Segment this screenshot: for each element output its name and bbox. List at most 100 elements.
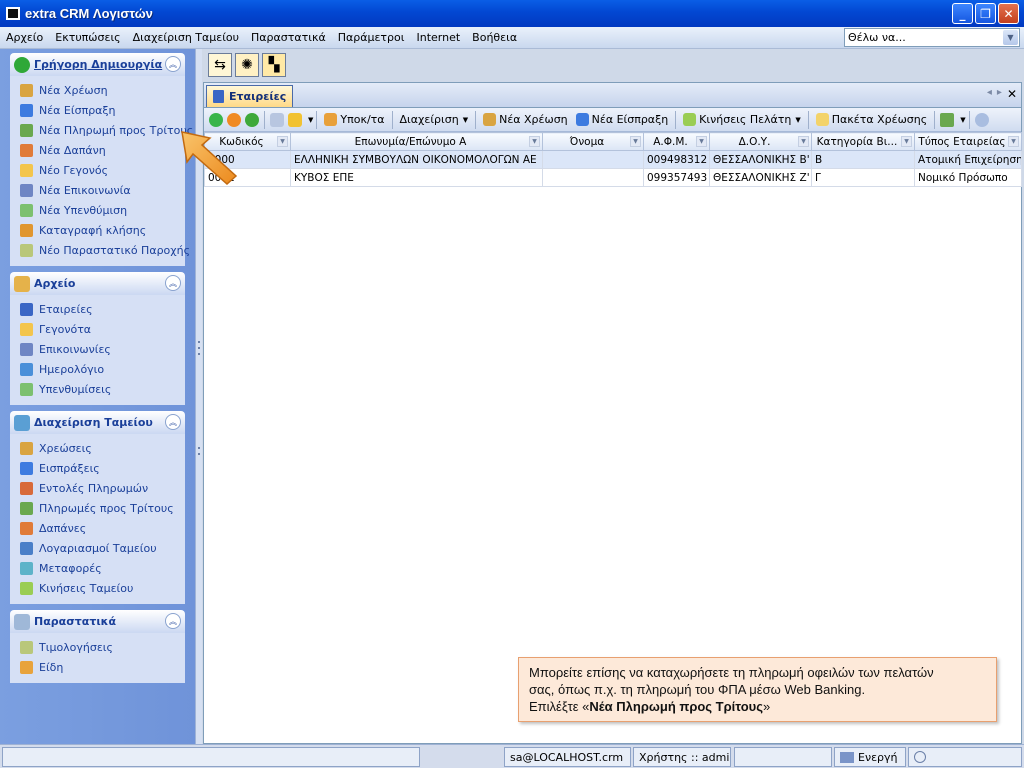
group-header-documents[interactable]: Παραστατικά ︽ — [10, 610, 185, 633]
calendar-icon — [20, 362, 33, 376]
nav-item-transfers[interactable]: Μεταφορές — [20, 558, 185, 578]
menu-documents[interactable]: Παραστατικά — [245, 31, 332, 44]
menu-prints[interactable]: Εκτυπώσεις — [49, 31, 126, 44]
group-header-quick-create[interactable]: Γρήγορη Δημιουργία ︽ — [10, 53, 185, 76]
group-header-cash-management[interactable]: Διαχείριση Ταμείου ︽ — [10, 411, 185, 434]
search-icon[interactable] — [270, 112, 284, 127]
nav-item-calendar[interactable]: Ημερολόγιο — [20, 359, 185, 379]
menu-bar: Αρχείο Εκτυπώσεις Διαχείριση Ταμείου Παρ… — [0, 27, 1024, 49]
new-receipt-button[interactable]: Νέα Είσπραξη — [572, 110, 673, 130]
search-combo[interactable]: ▼ — [844, 28, 1020, 47]
group-title: Αρχείο — [34, 277, 76, 290]
nav-item-new-expense[interactable]: Νέα Δαπάνη — [20, 140, 185, 160]
cell-first-name — [542, 150, 644, 169]
nav-item-cash-accounts[interactable]: Λογαριασμοί Ταμείου — [20, 538, 185, 558]
companies-icon — [213, 90, 224, 103]
group-header-archive[interactable]: Αρχείο ︽ — [10, 272, 185, 295]
receipt-icon — [20, 461, 33, 475]
scroll-left-icon[interactable]: ◂ — [987, 87, 992, 101]
chevron-down-icon[interactable]: ▼ — [1003, 30, 1018, 45]
nav-item-companies[interactable]: Εταιρείες — [20, 299, 185, 319]
scroll-right-icon[interactable]: ▸ — [997, 87, 1002, 101]
nav-item-items[interactable]: Είδη — [20, 657, 185, 677]
nav-item-communications[interactable]: Επικοινωνίες — [20, 339, 185, 359]
nav-item-new-communication[interactable]: Νέα Επικοινωνία — [20, 180, 185, 200]
group-cash-management: Διαχείριση Ταμείου ︽ Χρεώσεις Εισπράξεις… — [10, 411, 185, 604]
refresh-icon[interactable] — [227, 112, 241, 127]
filter-icon[interactable]: ▼ — [696, 136, 707, 147]
table-row[interactable]: 0000 ΕΛΛΗΝΙΚΗ ΣΥΜΒΟΥΛΩΝ ΟΙΚΟΝΟΜΟΛΟΓΩΝ ΑΕ… — [204, 150, 1022, 169]
chevron-down-icon[interactable]: ▼ — [960, 116, 965, 124]
charge-packages-button[interactable]: Πακέτα Χρέωσης — [812, 110, 931, 130]
table-header-row: Κωδικός ▼ Επωνυμία/Επώνυμο Α ▼ Όνομα ▼ Α.Φ.… — [204, 132, 1022, 151]
cell-category: Β — [811, 150, 915, 169]
menu-parameters[interactable]: Παράμετροι — [332, 31, 411, 44]
nav-item-cash-movements[interactable]: Κινήσεις Ταμείου — [20, 578, 185, 598]
table-row[interactable]: 0001 ΚΥΒΟΣ ΕΠΕ 099357493 ΘΕΣΣΑΛΟΝΙΚΗΣ Ζ'… — [204, 168, 1022, 187]
receipt-icon — [20, 103, 33, 117]
filter-icon[interactable]: ▼ — [277, 136, 288, 147]
collapse-icon[interactable]: ︽ — [165, 275, 181, 291]
nav-item-charges[interactable]: Χρεώσεις — [20, 438, 185, 458]
payment-icon — [20, 123, 33, 137]
menu-cash-management[interactable]: Διαχείριση Ταμείου — [127, 31, 245, 44]
nav-item-expenses[interactable]: Δαπάνες — [20, 518, 185, 538]
nav-item-third-party-payments[interactable]: Πληρωμές προς Τρίτους — [20, 498, 185, 518]
collapse-icon[interactable]: ︽ — [165, 613, 181, 629]
column-header-tax-office[interactable]: Δ.Ο.Υ. ▼ — [709, 132, 812, 151]
close-button[interactable]: ✕ — [998, 3, 1019, 24]
nav-item-events[interactable]: Γεγονότα — [20, 319, 185, 339]
column-header-name[interactable]: Επωνυμία/Επώνυμο Α ▼ — [290, 132, 543, 151]
collapse-icon[interactable]: ︽ — [165, 414, 181, 430]
column-header-first-name[interactable]: Όνομα ▼ — [542, 132, 644, 151]
menu-help[interactable]: Βοήθεια — [466, 31, 523, 44]
status-notifications — [908, 747, 1022, 767]
customer-movements-dropdown[interactable]: Κινήσεις Πελάτη ▼ — [679, 110, 805, 130]
filter-icon[interactable]: ▼ — [798, 136, 809, 147]
nav-item-reminders[interactable]: Υπενθυμίσεις — [20, 379, 185, 399]
grid-toolbar: ▼ Υποκ/τα Διαχείριση ▼ Νέα Χρέωση Νέα Είσ… — [204, 108, 1021, 132]
close-tab-icon[interactable]: ✕ — [1007, 87, 1017, 101]
nav-item-call-log[interactable]: Καταγραφή κλήσης — [20, 220, 185, 240]
filter-icon[interactable]: ▼ — [529, 136, 540, 147]
event-icon — [20, 322, 33, 336]
documents-icon — [14, 613, 30, 630]
nav-item-invoices[interactable]: Τιμολογήσεις — [20, 637, 185, 657]
filter-icon[interactable]: ▼ — [901, 136, 912, 147]
cell-category: Γ — [811, 168, 915, 187]
folder-icon[interactable] — [288, 112, 302, 127]
nav-item-new-charge[interactable]: Νέα Χρέωση — [20, 80, 185, 100]
nav-item-new-receipt[interactable]: Νέα Είσπραξη — [20, 100, 185, 120]
filter-icon[interactable]: ▼ — [630, 136, 641, 147]
restore-button[interactable]: ❐ — [975, 3, 996, 24]
nav-item-new-service-document[interactable]: Νέο Παραστατικό Παροχής — [20, 240, 190, 260]
swap-arrows-icon[interactable]: ⇆ — [208, 53, 232, 77]
chevron-down-icon: ▼ — [795, 115, 801, 124]
subaccounts-button[interactable]: Υποκ/τα — [320, 110, 388, 130]
export-excel-icon[interactable] — [940, 112, 955, 127]
tab-companies[interactable]: Εταιρείες — [206, 85, 294, 107]
nav-item-payment-orders[interactable]: Εντολές Πληρωμών — [20, 478, 185, 498]
collapse-icon[interactable]: ︽ — [165, 56, 181, 72]
column-header-category[interactable]: Κατηγορία Βι... ▼ — [811, 132, 915, 151]
column-header-company-type[interactable]: Τύπος Εταιρείας ▼ — [914, 132, 1022, 151]
settings-icon[interactable] — [974, 112, 989, 127]
remove-icon[interactable] — [245, 112, 259, 127]
nav-item-new-event[interactable]: Νέο Γεγονός — [20, 160, 185, 180]
documents-stack-icon[interactable]: ▚ — [262, 53, 286, 77]
chevron-down-icon[interactable]: ▼ — [308, 116, 313, 124]
new-charge-button[interactable]: Νέα Χρέωση — [479, 110, 572, 130]
filter-icon[interactable]: ▼ — [1008, 136, 1019, 147]
network-icon[interactable]: ✺ — [235, 53, 259, 77]
nav-item-receipts[interactable]: Εισπράξεις — [20, 458, 185, 478]
menu-internet[interactable]: Internet — [410, 31, 466, 44]
nav-item-new-third-party-payment[interactable]: Νέα Πληρωμή προς Τρίτους — [20, 120, 193, 140]
nav-item-new-reminder[interactable]: Νέα Υπενθύμιση — [20, 200, 185, 220]
add-icon[interactable] — [209, 112, 223, 127]
management-dropdown[interactable]: Διαχείριση ▼ — [396, 110, 473, 130]
column-header-vat[interactable]: Α.Φ.Μ. ▼ — [643, 132, 710, 151]
search-input[interactable] — [845, 30, 995, 45]
menu-file[interactable]: Αρχείο — [0, 31, 49, 44]
group-title: Παραστατικά — [34, 615, 117, 628]
minimize-button[interactable]: _ — [952, 3, 973, 24]
